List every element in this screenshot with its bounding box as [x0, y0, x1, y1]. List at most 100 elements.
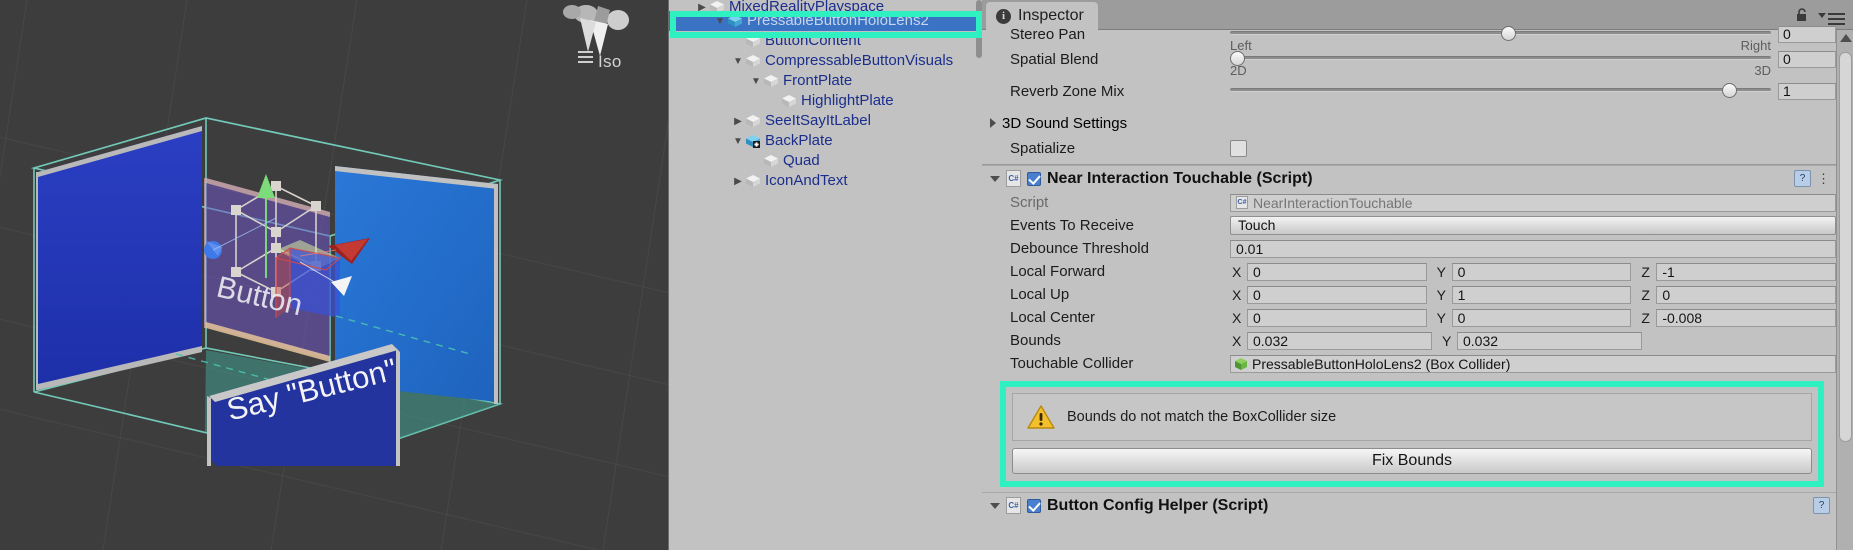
help-icon[interactable]: ?	[1813, 497, 1830, 514]
axis-label-y: Y	[1436, 286, 1447, 303]
input-local-center-y[interactable]: 0	[1451, 308, 1632, 327]
label-spatialize: Spatialize	[1010, 139, 1076, 157]
hierarchy-item-compressablebuttonvisuals[interactable]: CompressableButtonVisuals	[669, 51, 982, 71]
warning-text: Bounds do not match the BoxCollider size	[1067, 409, 1337, 425]
label-debounce-threshold: Debounce Threshold	[1010, 240, 1149, 257]
scrollbar-thumb[interactable]	[1839, 52, 1852, 442]
cube-icon	[745, 54, 761, 68]
row-local-center[interactable]: Local Center X 0 Y 0 Z -0.008	[982, 306, 1837, 329]
input-spatial-blend-value[interactable]: 0	[1778, 50, 1836, 68]
hierarchy-item-label: MixedRealityPlayspace	[729, 0, 885, 11]
checkbox-component-enabled[interactable]	[1027, 498, 1041, 513]
axis-label-z: Z	[1641, 286, 1650, 303]
scroll-up-arrow-icon[interactable]	[1840, 34, 1852, 42]
input-stereo-pan-value[interactable]: 0	[1778, 26, 1836, 43]
slider-track	[1230, 55, 1771, 60]
input-reverb-zone-mix-value[interactable]: 1	[1778, 82, 1836, 100]
chevron-down-icon[interactable]	[749, 72, 763, 92]
input-local-center-z[interactable]: -0.008	[1656, 308, 1837, 327]
axis-label-z: Z	[1641, 263, 1650, 280]
slider-knob[interactable]	[1500, 26, 1516, 41]
component-header-near-interaction-touchable[interactable]: C# Near Interaction Touchable (Script) ?…	[982, 165, 1836, 191]
field-script-value: NearInteractionTouchable	[1253, 194, 1413, 211]
hierarchy-item-label: SeeItSayItLabel	[765, 112, 871, 129]
info-icon: i	[996, 8, 1011, 24]
chevron-right-icon[interactable]	[695, 2, 709, 11]
row-reverb-zone-mix[interactable]: Reverb Zone Mix 1	[982, 75, 1836, 107]
chevron-right-icon[interactable]	[990, 118, 996, 128]
label-bounds: Bounds	[1010, 332, 1061, 349]
hierarchy-item-seeitsayitlabel[interactable]: SeeItSayItLabel	[669, 111, 982, 131]
input-local-up-y[interactable]: 1	[1451, 285, 1632, 304]
row-bounds[interactable]: Bounds X 0.032 Y 0.032	[982, 329, 1836, 352]
label-spatial-blend: Spatial Blend	[1010, 50, 1099, 68]
chevron-down-icon[interactable]	[990, 175, 1000, 182]
row-stereo-pan[interactable]: Stereo Pan Left Right 0	[982, 26, 1836, 53]
csharp-script-icon: C#	[1006, 170, 1021, 187]
object-field-touchable-collider[interactable]: PressableButtonHoloLens2 (Box Collider)	[1230, 354, 1836, 373]
input-local-up-x[interactable]: 0	[1247, 285, 1427, 304]
row-local-forward[interactable]: Local Forward X 0 Y 0 Z -1	[982, 260, 1837, 283]
chevron-down-icon[interactable]	[731, 132, 745, 152]
component-header-button-config-helper[interactable]: C# Button Config Helper (Script) ?	[982, 492, 1836, 518]
input-bounds-y[interactable]: 0.032	[1457, 331, 1642, 350]
scene-view-mode-label[interactable]: Iso	[578, 48, 622, 72]
help-icon[interactable]: ?	[1794, 170, 1811, 187]
component-context-menu-icon[interactable]: ⋮	[1817, 171, 1830, 187]
lock-open-icon[interactable]	[1796, 8, 1809, 22]
row-local-up[interactable]: Local Up X 0 Y 1 Z 0	[982, 283, 1837, 306]
slider-spatial-blend[interactable]: 2D 3D	[1230, 48, 1771, 78]
hierarchy-item-pressablebuttonhololens2[interactable]: PressableButtonHoloLens2	[669, 11, 982, 31]
csharp-script-icon: C#	[1006, 497, 1021, 514]
hierarchy-item-buttoncontent[interactable]: ButtonContent	[669, 31, 982, 51]
chevron-down-icon[interactable]	[713, 12, 727, 32]
input-local-up-z[interactable]: 0	[1656, 285, 1837, 304]
component-title: Button Config Helper (Script)	[1047, 496, 1269, 514]
input-local-forward-x[interactable]: 0	[1247, 262, 1427, 281]
chevron-right-icon[interactable]	[731, 112, 745, 132]
checkbox-component-enabled[interactable]	[1027, 171, 1041, 186]
foldout-3d-sound-settings[interactable]: 3D Sound Settings	[982, 111, 1836, 135]
highlight-block-bounds-warning: Bounds do not match the BoxCollider size…	[1000, 381, 1824, 487]
input-bounds-x[interactable]: 0.032	[1247, 331, 1432, 350]
slider-track	[1230, 87, 1771, 92]
chevron-down-icon[interactable]	[1818, 13, 1826, 18]
view-menu-icon[interactable]	[578, 48, 593, 66]
input-debounce-threshold[interactable]: 0.01	[1230, 239, 1836, 258]
checkbox-spatialize[interactable]	[1230, 139, 1247, 157]
inspector-scrollbar[interactable]	[1836, 30, 1853, 550]
slider-reverb-zone-mix[interactable]	[1230, 80, 1771, 103]
hierarchy-item-iconandtext[interactable]: IconAndText	[669, 171, 982, 191]
chevron-down-icon[interactable]	[990, 502, 1000, 509]
scene-view[interactable]: Button Say "Button" Iso	[0, 0, 668, 550]
inspector-panel[interactable]: i Inspector Stereo Pan Left Right 0 Spat…	[982, 0, 1853, 550]
cube-icon-blue-plus	[745, 134, 761, 148]
label-3d-sound-settings: 3D Sound Settings	[1002, 114, 1128, 132]
hierarchy-item-highlightplate[interactable]: HighlightPlate	[669, 91, 982, 111]
row-script: Script C# NearInteractionTouchable	[982, 191, 1836, 214]
input-local-forward-z[interactable]: -1	[1656, 262, 1837, 281]
hierarchy-item-frontplate[interactable]: FrontPlate	[669, 71, 982, 91]
row-spatial-blend[interactable]: Spatial Blend 2D 3D 0	[982, 43, 1836, 78]
hierarchy-panel[interactable]: MixedRealityPlayspacePressableButtonHolo…	[668, 0, 982, 550]
slider-knob[interactable]	[1722, 82, 1738, 98]
axis-label-x: X	[1232, 263, 1242, 280]
input-local-forward-y[interactable]: 0	[1451, 262, 1632, 281]
dropdown-events-to-receive[interactable]: Touch	[1230, 216, 1836, 235]
row-spatialize[interactable]: Spatialize	[982, 135, 1836, 161]
component-title: Near Interaction Touchable (Script)	[1047, 169, 1313, 187]
hierarchy-item-mixedrealityplayspace[interactable]: MixedRealityPlayspace	[669, 0, 982, 11]
input-local-center-x[interactable]: 0	[1247, 308, 1427, 327]
fix-bounds-button[interactable]: Fix Bounds	[1012, 448, 1812, 474]
axis-label-x: X	[1232, 286, 1242, 303]
row-events-to-receive[interactable]: Events To Receive Touch	[982, 214, 1836, 237]
hierarchy-item-backplate[interactable]: BackPlate	[669, 131, 982, 151]
component-header-actions[interactable]: ?	[1813, 497, 1830, 514]
component-header-actions[interactable]: ? ⋮	[1794, 170, 1830, 187]
warning-triangle-icon	[1027, 405, 1055, 429]
chevron-down-icon[interactable]	[731, 52, 745, 72]
row-debounce-threshold[interactable]: Debounce Threshold 0.01	[982, 237, 1836, 260]
chevron-right-icon[interactable]	[731, 172, 745, 192]
row-touchable-collider[interactable]: Touchable Collider PressableButtonHoloLe…	[982, 352, 1836, 375]
hierarchy-item-quad[interactable]: Quad	[669, 151, 982, 171]
